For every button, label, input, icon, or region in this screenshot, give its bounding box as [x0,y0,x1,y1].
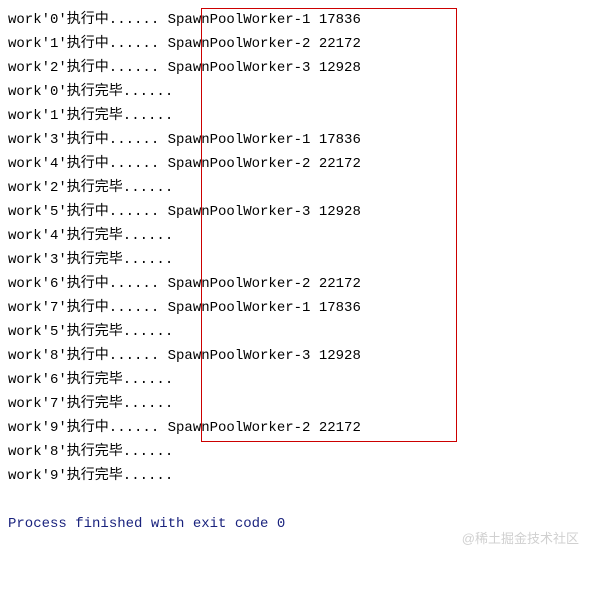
lines-container: work'0'执行中...... SpawnPoolWorker-1 17836… [8,8,581,488]
line-prefix: work'1'执行中...... [8,36,159,52]
console-line: work'7'执行完毕...... [8,392,581,416]
console-line: work'4'执行中...... SpawnPoolWorker-2 22172 [8,152,581,176]
line-prefix: work'1'执行完毕...... [8,108,173,124]
console-line: work'9'执行完毕...... [8,464,581,488]
line-prefix: work'5'执行中...... [8,204,159,220]
line-prefix: work'0'执行中...... [8,12,159,28]
line-worker: SpawnPoolWorker-2 22172 [159,156,361,172]
console-line: work'9'执行中...... SpawnPoolWorker-2 22172 [8,416,581,440]
line-prefix: work'4'执行完毕...... [8,228,173,244]
line-prefix: work'7'执行完毕...... [8,396,173,412]
line-prefix: work'3'执行中...... [8,132,159,148]
line-worker: SpawnPoolWorker-1 17836 [159,132,361,148]
console-line: work'6'执行完毕...... [8,368,581,392]
line-worker: SpawnPoolWorker-3 12928 [159,348,361,364]
line-prefix: work'4'执行中...... [8,156,159,172]
console-line: work'3'执行完毕...... [8,248,581,272]
console-output: work'0'执行中...... SpawnPoolWorker-1 17836… [8,8,581,536]
line-prefix: work'0'执行完毕...... [8,84,173,100]
line-prefix: work'7'执行中...... [8,300,159,316]
line-worker: SpawnPoolWorker-2 22172 [159,420,361,436]
line-prefix: work'2'执行中...... [8,60,159,76]
line-prefix: work'6'执行完毕...... [8,372,173,388]
console-line: work'3'执行中...... SpawnPoolWorker-1 17836 [8,128,581,152]
console-line: work'1'执行完毕...... [8,104,581,128]
line-prefix: work'9'执行中...... [8,420,159,436]
line-worker: SpawnPoolWorker-3 12928 [159,60,361,76]
line-prefix: work'3'执行完毕...... [8,252,173,268]
line-worker: SpawnPoolWorker-1 17836 [159,300,361,316]
console-line: work'4'执行完毕...... [8,224,581,248]
line-worker: SpawnPoolWorker-3 12928 [159,204,361,220]
line-prefix: work'2'执行完毕...... [8,180,173,196]
console-line: work'0'执行中...... SpawnPoolWorker-1 17836 [8,8,581,32]
console-line: work'0'执行完毕...... [8,80,581,104]
console-line: work'8'执行中...... SpawnPoolWorker-3 12928 [8,344,581,368]
console-line: work'1'执行中...... SpawnPoolWorker-2 22172 [8,32,581,56]
console-line: work'2'执行中...... SpawnPoolWorker-3 12928 [8,56,581,80]
line-prefix: work'9'执行完毕...... [8,468,173,484]
console-line: work'5'执行中...... SpawnPoolWorker-3 12928 [8,200,581,224]
console-line: work'5'执行完毕...... [8,320,581,344]
line-prefix: work'6'执行中...... [8,276,159,292]
line-prefix: work'8'执行完毕...... [8,444,173,460]
console-line: work'8'执行完毕...... [8,440,581,464]
console-line: work'6'执行中...... SpawnPoolWorker-2 22172 [8,272,581,296]
exit-message: Process finished with exit code 0 [8,512,581,536]
line-worker: SpawnPoolWorker-2 22172 [159,276,361,292]
console-line: work'7'执行中...... SpawnPoolWorker-1 17836 [8,296,581,320]
line-worker: SpawnPoolWorker-2 22172 [159,36,361,52]
line-worker: SpawnPoolWorker-1 17836 [159,12,361,28]
line-prefix: work'8'执行中...... [8,348,159,364]
line-prefix: work'5'执行完毕...... [8,324,173,340]
console-line: work'2'执行完毕...... [8,176,581,200]
